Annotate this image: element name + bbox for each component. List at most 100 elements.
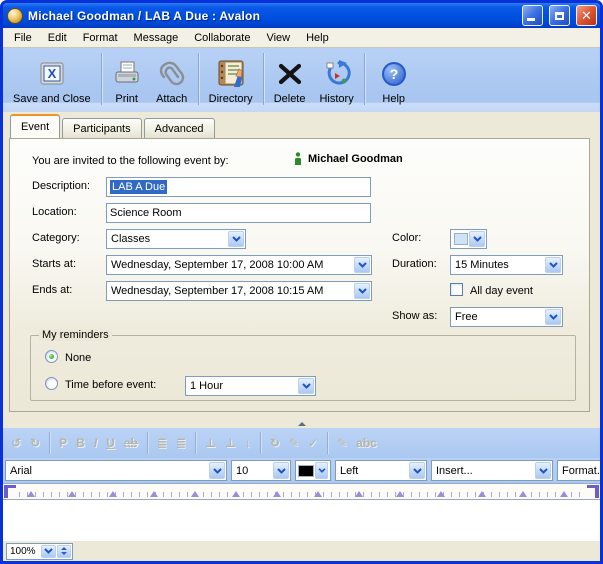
description-input[interactable]: LAB A Due: [106, 177, 371, 197]
menu-format[interactable]: Format: [75, 30, 126, 46]
ruler[interactable]: [3, 483, 600, 500]
organizer: Michael Goodman: [294, 152, 403, 166]
chevron-down-icon: [315, 462, 328, 479]
tab-strip: Event Participants Advanced: [3, 112, 600, 138]
font-family-dropdown[interactable]: Arial: [5, 460, 227, 481]
edit-pen-icon: ✎: [289, 437, 299, 449]
toolbar-separator: [195, 432, 196, 454]
alignment-value: Left: [336, 461, 408, 480]
revert-icon: ↻: [270, 437, 280, 449]
tab-stop-marker[interactable]: [27, 491, 35, 497]
alignment-dropdown[interactable]: Left: [335, 460, 427, 481]
attach-icon: [156, 57, 188, 91]
tab-stop-marker[interactable]: [314, 491, 322, 497]
history-button[interactable]: History: [312, 52, 360, 106]
pane-splitter[interactable]: [3, 420, 600, 428]
menu-message[interactable]: Message: [126, 30, 187, 46]
splitter-grip-icon: [298, 422, 306, 426]
toolbar-separator: [101, 53, 102, 105]
category-dropdown[interactable]: Classes: [106, 229, 246, 249]
spellcheck-icon: abc: [356, 437, 377, 449]
insert-dropdown[interactable]: Insert...: [431, 460, 553, 481]
chevron-down-icon: [354, 257, 370, 273]
close-icon: ✕: [581, 9, 592, 22]
menu-help[interactable]: Help: [298, 30, 337, 46]
tab-stop-marker[interactable]: [437, 491, 445, 497]
toolbar-separator: [147, 432, 148, 454]
font-size-dropdown[interactable]: 10: [231, 460, 291, 481]
description-label: Description:: [32, 180, 90, 192]
underline-icon: U: [106, 437, 115, 449]
zoom-spinner[interactable]: [57, 545, 71, 558]
format-dropdown[interactable]: Format...: [557, 460, 600, 481]
tab-stop-marker[interactable]: [355, 491, 363, 497]
minimize-icon: [527, 18, 535, 21]
right-margin-marker[interactable]: [587, 485, 599, 498]
category-value: Classes: [107, 230, 227, 248]
tab-event[interactable]: Event: [10, 114, 60, 138]
menu-view[interactable]: View: [258, 30, 298, 46]
location-input[interactable]: Science Room: [106, 203, 371, 223]
reminder-time-value: 1 Hour: [186, 377, 297, 395]
indent-list-icon: ≣: [157, 437, 167, 449]
starts-at-dropdown[interactable]: Wednesday, September 17, 2008 10:00 AM: [106, 255, 372, 275]
delete-button[interactable]: Delete: [267, 52, 313, 106]
left-margin-marker[interactable]: [4, 485, 16, 498]
tab-stop-marker[interactable]: [109, 491, 117, 497]
tab-participants[interactable]: Participants: [62, 118, 141, 138]
menu-edit[interactable]: Edit: [40, 30, 75, 46]
tab-stop-marker[interactable]: [191, 491, 199, 497]
minimize-button[interactable]: [522, 5, 543, 26]
attach-button[interactable]: Attach: [149, 52, 195, 106]
reminder-none-radio[interactable]: [45, 350, 58, 363]
print-button[interactable]: Print: [105, 52, 149, 106]
zoom-dropdown-button[interactable]: [41, 545, 56, 558]
directory-label: Directory: [209, 93, 253, 105]
menu-collaborate[interactable]: Collaborate: [186, 30, 258, 46]
help-icon: ?: [380, 57, 408, 91]
maximize-icon: [555, 12, 564, 20]
reminder-time-dropdown[interactable]: 1 Hour: [185, 376, 316, 396]
invite-text: You are invited to the following event b…: [32, 155, 229, 167]
tab-stop-marker[interactable]: [396, 491, 404, 497]
zoom-control[interactable]: 100%: [6, 543, 73, 560]
ends-at-dropdown[interactable]: Wednesday, September 17, 2008 10:15 AM: [106, 281, 372, 301]
show-as-dropdown[interactable]: Free: [450, 307, 563, 327]
my-reminders-group: My reminders None Time before event: 1 H…: [30, 335, 576, 401]
tab-stop-marker[interactable]: [560, 491, 568, 497]
save-and-close-button[interactable]: X Save and Close: [6, 52, 98, 106]
menu-file[interactable]: File: [6, 30, 40, 46]
font-size-value: 10: [232, 461, 272, 480]
menu-bar: File Edit Format Message Collaborate Vie…: [3, 28, 600, 48]
chevron-down-icon: [273, 462, 289, 479]
text-color-dropdown[interactable]: [295, 460, 331, 481]
spinner-down-icon: [61, 552, 67, 555]
all-day-checkbox[interactable]: [450, 283, 463, 296]
svg-text:?: ?: [389, 66, 398, 82]
tab-stop-marker[interactable]: [519, 491, 527, 497]
category-label: Category:: [32, 232, 80, 244]
directory-button[interactable]: Directory: [202, 52, 260, 106]
tab-event-label: Event: [21, 121, 49, 133]
duration-dropdown[interactable]: 15 Minutes: [450, 255, 563, 275]
application-window: Michael Goodman / LAB A Due : Avalon ✕ F…: [0, 0, 603, 564]
maximize-button[interactable]: [549, 5, 570, 26]
tab-advanced[interactable]: Advanced: [144, 118, 215, 138]
status-bar: 100%: [3, 540, 600, 561]
help-button[interactable]: ? Help: [368, 52, 420, 106]
insert-value: Insert...: [432, 461, 534, 480]
reminder-time-radio[interactable]: [45, 377, 58, 390]
tab-stop-marker[interactable]: [150, 491, 158, 497]
tab-stop-marker[interactable]: [232, 491, 240, 497]
color-dropdown[interactable]: [450, 229, 487, 249]
duration-value: 15 Minutes: [451, 256, 544, 274]
attach-label: Attach: [156, 93, 187, 105]
tab-stop-marker[interactable]: [478, 491, 486, 497]
close-button[interactable]: ✕: [576, 5, 597, 26]
message-body[interactable]: [3, 500, 600, 540]
margin-icon: ⊥: [225, 437, 236, 449]
tab-stop-marker[interactable]: [273, 491, 281, 497]
reminder-time-label: Time before event:: [65, 379, 156, 391]
tab-stop-marker[interactable]: [68, 491, 76, 497]
location-value: Science Room: [110, 207, 182, 219]
